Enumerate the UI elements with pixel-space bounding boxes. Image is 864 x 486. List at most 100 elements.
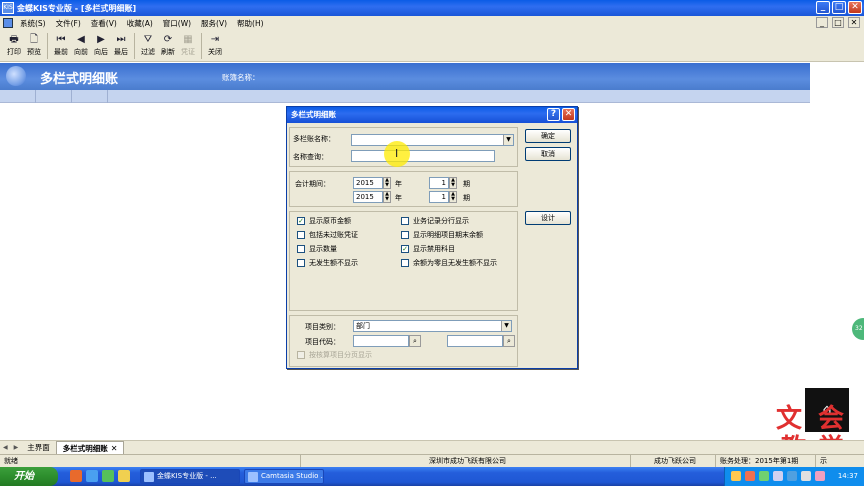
globe-icon [6, 66, 26, 86]
option-show-original-currency[interactable]: ✓ 显示原币金额 [297, 216, 351, 226]
tray-icon[interactable] [815, 471, 825, 481]
tray-icon[interactable] [745, 471, 755, 481]
filter-icon: ⛛ [143, 34, 153, 45]
option-show-disabled-accounts[interactable]: ✓ 显示禁用科目 [401, 244, 455, 254]
lookup-icon[interactable]: ⌕ [409, 335, 421, 347]
to-year-spinner[interactable]: ▲ ▼ [383, 191, 391, 203]
option-hide-no-activity[interactable]: 无发生额不显示 [297, 258, 358, 268]
tray-icon[interactable] [731, 471, 741, 481]
refresh-button[interactable]: ⟳ 刷新 [158, 33, 178, 57]
task-camtasia[interactable]: Camtasia Studio ... [244, 469, 324, 484]
design-button[interactable]: 设计 [525, 211, 571, 225]
to-year-input[interactable]: 2015 [353, 191, 383, 203]
refresh-icon: ⟳ [163, 34, 173, 45]
option-split-by-item[interactable]: 按核算项目分页显示 [297, 350, 372, 360]
checkbox[interactable] [401, 259, 409, 267]
checkbox[interactable] [297, 245, 305, 253]
first-button[interactable]: ⏮ 最前 [51, 33, 71, 57]
mdi-minimize-button[interactable]: _ [816, 17, 828, 28]
tab-main[interactable]: 主界面 [21, 441, 56, 454]
name-query-input[interactable] [351, 150, 495, 162]
mdi-restore-button[interactable]: □ [832, 17, 844, 28]
previous-button[interactable]: ◀ 向前 [71, 33, 91, 57]
side-widget-badge[interactable]: 32 [852, 318, 864, 340]
report-title: 多栏式明细账 [40, 72, 119, 87]
tab-close-icon[interactable]: ✕ [111, 444, 118, 453]
menu-file[interactable]: 文件(F) [51, 18, 86, 29]
from-year-spinner[interactable]: ▲ ▼ [383, 177, 391, 189]
period-unit: 期 [463, 194, 470, 202]
start-button[interactable]: 开始 [0, 467, 58, 486]
menu-window[interactable]: 窗口(W) [158, 18, 196, 29]
item-code-label: 项目代码： [305, 338, 340, 346]
tab-scroll-left-icon[interactable]: ◀ [0, 444, 11, 451]
preview-icon: 🗋 [29, 34, 39, 45]
document-icon[interactable] [3, 18, 13, 28]
to-period-spinner[interactable]: ▲ ▼ [449, 191, 457, 203]
taskbar: 开始 金蝶KIS专业版 - ... Camtasia Studio ... 14… [0, 467, 864, 486]
checkbox[interactable] [401, 217, 409, 225]
cancel-button[interactable]: 取消 [525, 147, 571, 161]
checkbox[interactable] [297, 231, 305, 239]
menu-view[interactable]: 查看(V) [86, 18, 122, 29]
checkbox[interactable]: ✓ [297, 217, 305, 225]
dialog-close-button[interactable]: ✕ [562, 108, 575, 121]
from-period-input[interactable]: 1 [429, 177, 449, 189]
quicklaunch-icon[interactable] [86, 470, 98, 482]
tab-scroll-right-icon[interactable]: ▶ [11, 444, 22, 451]
maximize-button[interactable]: □ [832, 1, 846, 14]
menu-system[interactable]: 系统(S) [15, 18, 51, 29]
chevron-down-icon[interactable]: ▼ [501, 321, 511, 331]
checkbox[interactable] [297, 351, 305, 359]
task-kis[interactable]: 金蝶KIS专业版 - ... [140, 469, 240, 484]
chevron-down-icon[interactable]: ▼ [503, 135, 513, 145]
checkbox[interactable]: ✓ [401, 245, 409, 253]
option-business-records-split[interactable]: 业务记录分行显示 [401, 216, 469, 226]
tray-icon[interactable] [801, 471, 811, 481]
filter-button[interactable]: ⛛ 过滤 [138, 33, 158, 57]
help-button[interactable]: ? [547, 108, 560, 121]
lookup-icon[interactable]: ⌕ [503, 335, 515, 347]
tray-icon[interactable] [759, 471, 769, 481]
tab-multi-column-ledger[interactable]: 多栏式明细账 ✕ [55, 441, 125, 454]
status-bar: 就绪 深圳市成功飞跃有限公司 成功飞跃公司 账务处理：2015年第1期 示 [0, 454, 864, 468]
close-button[interactable]: ✕ [848, 1, 862, 14]
preview-button[interactable]: 🗋 预览 [24, 33, 44, 57]
menu-help[interactable]: 帮助(H) [232, 18, 269, 29]
option-show-quantity[interactable]: 显示数量 [297, 244, 337, 254]
tray-icon[interactable] [787, 471, 797, 481]
option-detail-ending-balance[interactable]: 显示明细项目期末余额 [401, 230, 483, 240]
ok-button[interactable]: 确定 [525, 129, 571, 143]
app-icon [144, 472, 154, 482]
text-cursor-icon: I [395, 147, 399, 160]
item-code-to-input[interactable] [447, 335, 503, 347]
option-include-unposted[interactable]: 包括未过账凭证 [297, 230, 358, 240]
checkbox[interactable] [297, 259, 305, 267]
print-button[interactable]: 🖶 打印 [4, 33, 24, 57]
to-period-input[interactable]: 1 [429, 191, 449, 203]
from-year-input[interactable]: 2015 [353, 177, 383, 189]
camtasia-icon [248, 472, 258, 482]
quicklaunch-icon[interactable] [118, 470, 130, 482]
item-code-from-input[interactable] [353, 335, 409, 347]
item-category-dropdown[interactable]: 部门 ▼ [353, 320, 512, 332]
printer-icon: 🖶 [9, 34, 19, 45]
option-hide-zero-balance[interactable]: 余额为零且无发生额不显示 [401, 258, 497, 268]
mdi-close-button[interactable]: ✕ [848, 17, 860, 28]
next-icon: ▶ [97, 34, 105, 45]
menu-favorites[interactable]: 收藏(A) [122, 18, 158, 29]
last-button[interactable]: ⏭ 最后 [111, 33, 131, 57]
quicklaunch-icon[interactable] [70, 470, 82, 482]
close-report-button[interactable]: ⇥ 关闭 [205, 33, 225, 57]
tray-icon[interactable] [773, 471, 783, 481]
voucher-button[interactable]: ▦ 凭证 [178, 33, 198, 57]
menu-service[interactable]: 服务(V) [196, 18, 232, 29]
quicklaunch-icon[interactable] [102, 470, 114, 482]
multi-account-dropdown[interactable]: ▼ [351, 134, 514, 146]
next-button[interactable]: ▶ 向后 [91, 33, 111, 57]
checkbox[interactable] [401, 231, 409, 239]
minimize-button[interactable]: _ [816, 1, 830, 14]
from-period-spinner[interactable]: ▲ ▼ [449, 177, 457, 189]
period-unit: 期 [463, 180, 470, 188]
app-icon: KIS [2, 2, 14, 14]
